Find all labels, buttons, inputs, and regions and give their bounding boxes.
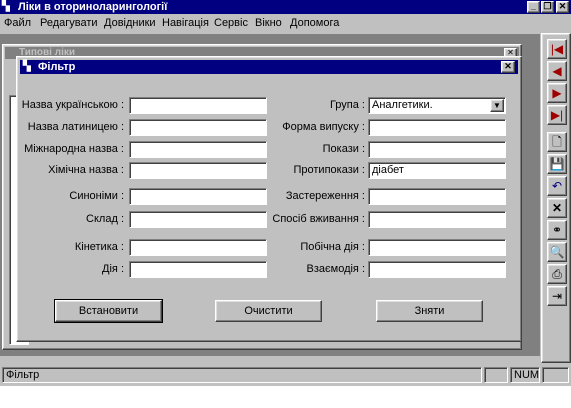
print-icon[interactable]: ⎙ (547, 264, 567, 284)
status-num: NUM (510, 367, 540, 383)
statusbar: Фільтр NUM (0, 365, 571, 385)
filter-dialog: ▚ Фільтр ✕ Назва українською : Назва лат… (16, 56, 522, 342)
action-field[interactable] (129, 261, 267, 278)
menu-file[interactable]: Файл (4, 17, 31, 29)
label-interaction: Взаємодія : (306, 263, 365, 275)
dialog-titlebar: ▚ Фільтр ✕ (20, 60, 518, 74)
label-name-ukrainian: Назва українською : (21, 99, 124, 111)
dialog-icon: ▚ (23, 61, 31, 72)
minimize-button[interactable]: _ (527, 1, 540, 13)
clear-button[interactable]: Очистити (215, 300, 322, 322)
menu-help[interactable]: Допомога (290, 17, 339, 29)
kinetics-field[interactable] (129, 239, 267, 256)
composition-field[interactable] (129, 211, 267, 228)
status-message: Фільтр (2, 367, 482, 383)
dialog-title: Фільтр (38, 61, 76, 73)
label-chemical-name: Хімічна назва : (48, 164, 124, 176)
menu-service[interactable]: Сервіс (214, 17, 248, 29)
app-icon: ▚ (2, 1, 10, 12)
label-warnings: Застереження : (285, 190, 365, 202)
desktop-strip (0, 386, 571, 408)
warnings-field[interactable] (368, 188, 506, 205)
usage-field[interactable] (368, 211, 506, 228)
dialog-close-button[interactable]: ✕ (501, 61, 515, 73)
label-indications: Покази : (322, 143, 365, 155)
side-effects-field[interactable] (368, 239, 506, 256)
window-title: Ліки в оториноларингології (18, 1, 168, 13)
binoculars-icon[interactable]: ⚭ (547, 220, 567, 240)
zoom-icon[interactable]: 🔍 (547, 242, 567, 262)
international-name-field[interactable] (129, 141, 267, 158)
name-ukrainian-field[interactable] (129, 97, 267, 114)
next-record-icon[interactable]: ▶ (547, 83, 567, 103)
group-select[interactable]: Аналгетики. ▼ (368, 97, 506, 114)
label-side-effects: Побічна дія : (300, 241, 365, 253)
last-record-icon[interactable]: ▶| (547, 105, 567, 125)
menubar: Файл Редагувати Довідники Навігація Серв… (0, 14, 571, 32)
menu-window[interactable]: Вікно (255, 17, 282, 29)
label-name-latin: Назва латиницею : (27, 121, 124, 133)
remove-button[interactable]: Зняти (376, 300, 483, 322)
undo-icon[interactable]: ↶ (547, 176, 567, 196)
label-usage: Спосіб вживання : (272, 213, 365, 225)
label-group: Група : (329, 99, 365, 111)
vertical-toolbar: |◀ ◀ ▶ ▶| 🗋 💾 ↶ ✕ ⚭ 🔍 ⎙ ⇥ (541, 33, 571, 363)
export-icon[interactable]: ⇥ (547, 286, 567, 306)
set-button[interactable]: Встановити (54, 299, 163, 323)
label-contraindications: Протипокази : (293, 164, 365, 176)
menu-references[interactable]: Довідники (104, 17, 156, 29)
chemical-name-field[interactable] (129, 162, 267, 179)
name-latin-field[interactable] (129, 119, 267, 136)
prev-record-icon[interactable]: ◀ (547, 61, 567, 81)
group-select-value: Аналгетики. (372, 99, 433, 111)
interaction-field[interactable] (368, 261, 506, 278)
label-release-form: Форма випуску : (282, 121, 365, 133)
label-action: Дія : (102, 263, 124, 275)
delete-icon[interactable]: ✕ (547, 198, 567, 218)
menu-navigation[interactable]: Навігація (162, 17, 209, 29)
new-document-icon[interactable]: 🗋 (547, 132, 567, 152)
label-synonyms: Синоніми : (69, 190, 124, 202)
indications-field[interactable] (368, 141, 506, 158)
status-scrl (542, 367, 569, 383)
close-button[interactable]: ✕ (556, 1, 569, 13)
label-kinetics: Кінетика : (74, 241, 124, 253)
contraindications-field[interactable]: діабет (368, 162, 506, 179)
label-composition: Склад : (86, 213, 124, 225)
synonyms-field[interactable] (129, 188, 267, 205)
release-form-field[interactable] (368, 119, 506, 136)
chevron-down-icon[interactable]: ▼ (490, 99, 504, 112)
main-titlebar: ▚ Ліки в оториноларингології _ ❐ ✕ (0, 0, 571, 14)
save-icon[interactable]: 💾 (547, 154, 567, 174)
first-record-icon[interactable]: |◀ (547, 39, 567, 59)
menu-edit[interactable]: Редагувати (40, 17, 98, 29)
restore-button[interactable]: ❐ (541, 1, 554, 13)
status-caps (484, 367, 508, 383)
label-international-name: Міжнародна назва : (24, 143, 124, 155)
